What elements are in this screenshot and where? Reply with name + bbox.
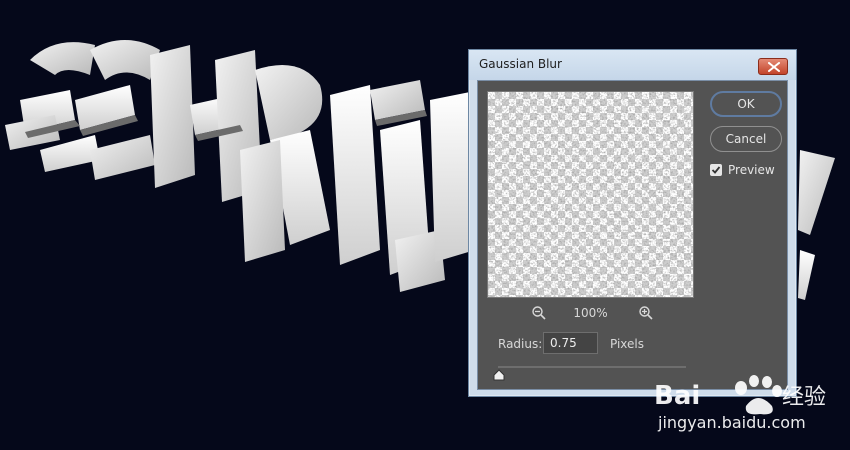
watermark-brand-suffix: 经验 [782,385,826,410]
zoom-in-icon[interactable] [638,305,654,321]
radius-slider-thumb[interactable] [493,369,505,381]
ok-button[interactable]: OK [710,91,782,117]
units-label: Pixels [610,337,645,351]
cancel-button[interactable]: Cancel [710,126,782,152]
preview-toggle[interactable]: Preview [710,163,775,177]
dialog-content: OK Cancel Preview 100% Radius: 0.75 Pixe… [477,80,788,390]
preview-image [488,92,693,297]
checkmark-icon [711,166,721,174]
close-button[interactable] [758,58,788,75]
close-icon [768,62,780,72]
watermark-brand: Bai [654,381,700,411]
preview-pane[interactable] [487,91,694,298]
gaussian-blur-dialog: Gaussian Blur OK Cancel Preview 100% Rad… [468,49,797,397]
preview-checkbox[interactable] [710,164,722,176]
dialog-titlebar[interactable]: Gaussian Blur [469,50,796,80]
baidu-jingyan-watermark: Bai 经验 jingyan.baidu.com [654,375,826,432]
preview-label: Preview [728,163,775,177]
radius-input[interactable]: 0.75 [543,332,598,354]
zoom-level: 100% [573,306,608,320]
watermark-url: jingyan.baidu.com [657,413,806,432]
dialog-title: Gaussian Blur [479,57,562,71]
radius-label: Radius: [498,337,543,351]
paw-logo [735,375,782,415]
zoom-controls: 100% [487,305,694,321]
